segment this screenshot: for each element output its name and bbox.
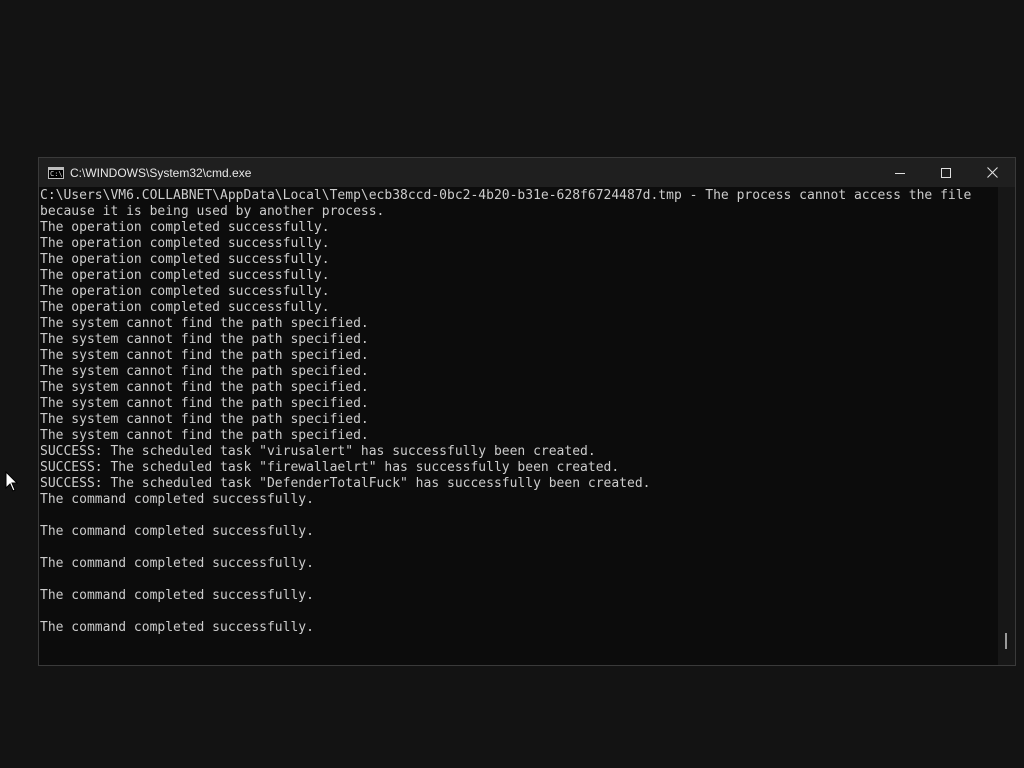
console-output[interactable]: C:\Users\VM6.COLLABNET\AppData\Local\Tem…: [39, 187, 999, 665]
cmd-icon-glyph: C:\: [50, 169, 63, 178]
minimize-button[interactable]: [877, 158, 923, 187]
title-bar[interactable]: C:\ C:\WINDOWS\System32\cmd.exe: [39, 158, 1015, 187]
console-line: SUCCESS: The scheduled task "DefenderTot…: [40, 476, 651, 491]
maximize-button[interactable]: [923, 158, 969, 187]
minimize-icon: [895, 172, 905, 174]
window-title: C:\WINDOWS\System32\cmd.exe: [70, 165, 252, 180]
close-icon: [986, 167, 998, 178]
console-line: The command completed successfully.: [40, 524, 314, 539]
window-controls: [877, 158, 1015, 187]
console-line: The command completed successfully.: [40, 492, 314, 507]
console-line: The system cannot find the path specifie…: [40, 332, 369, 347]
console-line: The system cannot find the path specifie…: [40, 348, 369, 363]
console-line: The operation completed successfully.: [40, 236, 330, 251]
console-line: The command completed successfully.: [40, 620, 314, 635]
console-line: The system cannot find the path specifie…: [40, 396, 369, 411]
maximize-icon: [941, 167, 951, 178]
console-line: The command completed successfully.: [40, 588, 314, 603]
close-button[interactable]: [969, 158, 1015, 187]
console-line: because it is being used by another proc…: [40, 204, 385, 219]
console-line: The operation completed successfully.: [40, 220, 330, 235]
console-line: The operation completed successfully.: [40, 300, 330, 315]
console-line: The system cannot find the path specifie…: [40, 316, 369, 331]
console-line: The system cannot find the path specifie…: [40, 428, 369, 443]
console-line: The operation completed successfully.: [40, 284, 330, 299]
console-line: The system cannot find the path specifie…: [40, 380, 369, 395]
scrollbar-thumb[interactable]: [1005, 633, 1007, 649]
console-line: The command completed successfully.: [40, 556, 314, 571]
vertical-scrollbar[interactable]: [998, 187, 1015, 665]
console-line: SUCCESS: The scheduled task "virusalert"…: [40, 444, 596, 459]
mouse-pointer-icon: [5, 471, 19, 492]
console-line: The operation completed successfully.: [40, 268, 330, 283]
desktop: C:\ C:\WINDOWS\System32\cmd.exe C:\Users…: [0, 0, 1024, 768]
console-line: The system cannot find the path specifie…: [40, 412, 369, 427]
cmd-console-icon[interactable]: C:\: [48, 166, 64, 179]
console-line: SUCCESS: The scheduled task "firewallael…: [40, 460, 620, 475]
console-line: The system cannot find the path specifie…: [40, 364, 369, 379]
cmd-window[interactable]: C:\ C:\WINDOWS\System32\cmd.exe C:\Users…: [38, 157, 1016, 666]
console-line: The operation completed successfully.: [40, 252, 330, 267]
console-line: C:\Users\VM6.COLLABNET\AppData\Local\Tem…: [40, 188, 972, 203]
